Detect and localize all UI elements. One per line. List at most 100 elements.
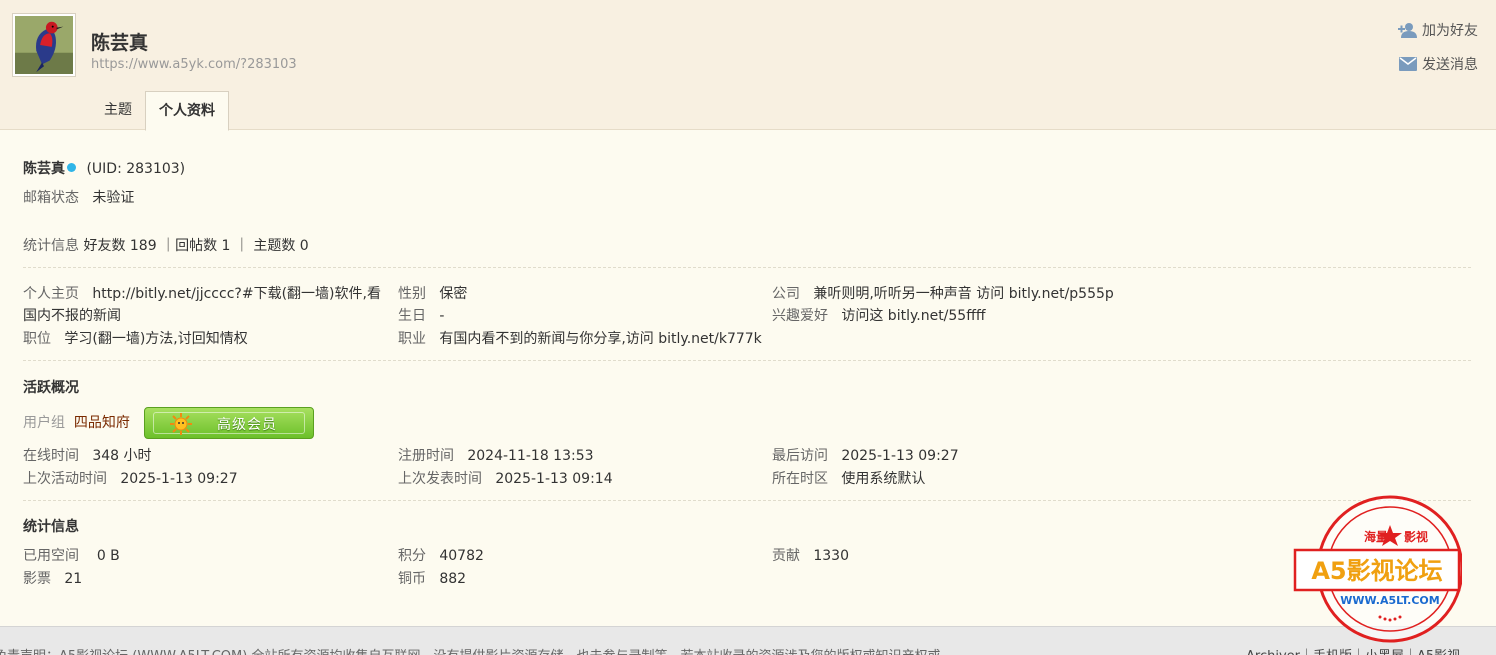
position-row: 职位 学习(翻一墙)方法,讨回知情权 [23, 328, 248, 348]
last-visit-value: 2025-1-13 09:27 [841, 448, 959, 464]
send-message-label: 发送消息 [1422, 57, 1478, 73]
stats-summary-value: 好友数 189 ｜回帖数 1 ｜ 主题数 0 [83, 238, 309, 254]
basic-name-row: 陈芸真 (UID: 283103) [23, 158, 185, 178]
gender-label: 性别 [398, 286, 426, 302]
votes-value: 21 [64, 571, 83, 587]
stats-summary-label: 统计信息 [23, 238, 79, 254]
divider [23, 360, 1471, 361]
occupation-value: 有国内看不到的新闻与你分享,访问 bitly.net/k777k [439, 331, 762, 347]
send-message-button[interactable]: 发送消息 [1398, 53, 1478, 75]
usergroup-row: 用户组 四品知府 [23, 412, 130, 432]
basic-name: 陈芸真 [23, 161, 65, 177]
profile-url[interactable]: https://www.a5yk.com/?283103 [91, 57, 297, 72]
profile-header: 陈芸真 https://www.a5yk.com/?283103 加为好友 发送… [0, 0, 1496, 131]
profile-name: 陈芸真 [91, 32, 149, 54]
last-visit-label: 最后访问 [772, 448, 828, 464]
stamp-top-text-2: 影视 [1404, 529, 1428, 544]
occupation-label: 职业 [398, 331, 426, 347]
online-time-label: 在线时间 [23, 448, 79, 464]
last-active-label: 上次活动时间 [23, 471, 107, 487]
votes-row: 影票 21 [23, 568, 82, 588]
occupation-row: 职业 有国内看不到的新闻与你分享,访问 bitly.net/k777k [398, 328, 762, 348]
stats-summary-row: 统计信息 好友数 189 ｜回帖数 1 ｜ 主题数 0 [23, 235, 309, 255]
online-time-row: 在线时间 348 小时 [23, 445, 152, 465]
tab-profile[interactable]: 个人资料 [145, 91, 229, 131]
position-label: 职位 [23, 331, 51, 347]
footer-disclaimer: 免责声明：A5影视论坛 (WWW.A5LT.COM) 全站所有资源均收集自互联网… [0, 645, 940, 655]
contrib-row: 贡献 1330 [772, 545, 849, 565]
timezone-row: 所在时区 使用系统默认 [772, 468, 925, 488]
birthday-label: 生日 [398, 308, 426, 324]
coins-label: 铜币 [398, 571, 426, 587]
sun-icon [170, 413, 192, 435]
tab-threads[interactable]: 主题 [91, 91, 145, 130]
register-time-label: 注册时间 [398, 448, 454, 464]
homepage-value-line1: http://bitly.net/jjcccc?#下载(翻一墙)软件,看 [92, 286, 381, 302]
badge-text: 高级会员 [217, 417, 277, 433]
space-value: 0 B [96, 548, 120, 564]
gender-value: 保密 [439, 286, 468, 302]
points-label: 积分 [398, 548, 426, 564]
homepage-label: 个人主页 [23, 286, 79, 302]
homepage-value-line2: 国内不报的新闻 [23, 308, 121, 324]
birthday-value: - [439, 308, 445, 324]
company-row: 公司 兼听则明,听听另一种声音 访问 bitly.net/p555p [772, 283, 1114, 303]
add-friend-button[interactable]: 加为好友 [1398, 19, 1478, 41]
last-post-value: 2025-1-13 09:14 [495, 471, 613, 487]
watermark-stamp: 海量 影视 A5影视论坛 WWW.A5LT.COM [1293, 495, 1462, 643]
online-time-value: 348 小时 [92, 448, 152, 464]
stamp-top-text: 海量 [1364, 529, 1388, 544]
birthday-row: 生日 - [398, 305, 444, 325]
divider [23, 267, 1471, 268]
activity-title: 活跃概况 [23, 380, 79, 396]
profile-tabs: 主题 个人资料 [91, 91, 229, 131]
timezone-value: 使用系统默认 [841, 471, 926, 487]
stamp-main-text: A5影视论坛 [1311, 557, 1442, 585]
email-status-label: 邮箱状态 [23, 190, 79, 206]
statistics-title: 统计信息 [23, 519, 79, 535]
hobby-value: 访问这 bitly.net/55ffff [841, 308, 986, 324]
basic-uid: (UID: 283103) [86, 161, 186, 177]
usergroup-label: 用户组 [23, 415, 65, 431]
last-active-row: 上次活动时间 2025-1-13 09:27 [23, 468, 238, 488]
add-friend-label: 加为好友 [1422, 23, 1478, 39]
hobby-row: 兴趣爱好 访问这 bitly.net/55ffff [772, 305, 986, 325]
email-status-value: 未验证 [92, 190, 135, 206]
contrib-value: 1330 [813, 548, 849, 564]
usergroup-value[interactable]: 四品知府 [74, 415, 130, 431]
homepage-row: 个人主页 http://bitly.net/jjcccc?#下载(翻一墙)软件,… [23, 283, 381, 303]
email-status-row: 邮箱状态 未验证 [23, 187, 134, 207]
gender-row: 性别 保密 [398, 283, 467, 303]
online-status-icon [67, 163, 76, 172]
last-visit-row: 最后访问 2025-1-13 09:27 [772, 445, 959, 465]
register-time-row: 注册时间 2024-11-18 13:53 [398, 445, 594, 465]
last-post-label: 上次发表时间 [398, 471, 482, 487]
company-value: 兼听则明,听听另一种声音 访问 bitly.net/p555p [813, 286, 1114, 302]
position-value: 学习(翻一墙)方法,讨回知情权 [64, 331, 248, 347]
register-time-value: 2024-11-18 13:53 [467, 448, 594, 464]
mail-icon [1398, 55, 1418, 73]
votes-label: 影票 [23, 571, 51, 587]
coins-row: 铜币 882 [398, 568, 466, 588]
stamp-url-text: WWW.A5LT.COM [1340, 594, 1439, 607]
bird-avatar-image [15, 16, 73, 74]
add-user-icon [1398, 21, 1418, 39]
points-value: 40782 [439, 548, 484, 564]
timezone-label: 所在时区 [772, 471, 828, 487]
last-post-row: 上次发表时间 2025-1-13 09:14 [398, 468, 613, 488]
member-badge: 高级会员 [144, 407, 314, 439]
last-active-value: 2025-1-13 09:27 [120, 471, 238, 487]
profile-actions: 加为好友 发送消息 [1398, 19, 1478, 87]
contrib-label: 贡献 [772, 548, 800, 564]
points-row: 积分 40782 [398, 545, 484, 565]
space-row: 已用空间 0 B [23, 545, 120, 565]
space-label: 已用空间 [23, 548, 79, 564]
footer: 免责声明：A5影视论坛 (WWW.A5LT.COM) 全站所有资源均收集自互联网… [0, 626, 1496, 655]
avatar[interactable] [12, 13, 76, 77]
hobby-label: 兴趣爱好 [772, 308, 828, 324]
divider [23, 500, 1471, 501]
homepage-row-cont: 国内不报的新闻 [23, 305, 121, 325]
footer-links[interactable]: Archiver｜手机版｜小黑屋｜A5影视 [1246, 645, 1460, 655]
coins-value: 882 [439, 571, 467, 587]
company-label: 公司 [772, 286, 800, 302]
